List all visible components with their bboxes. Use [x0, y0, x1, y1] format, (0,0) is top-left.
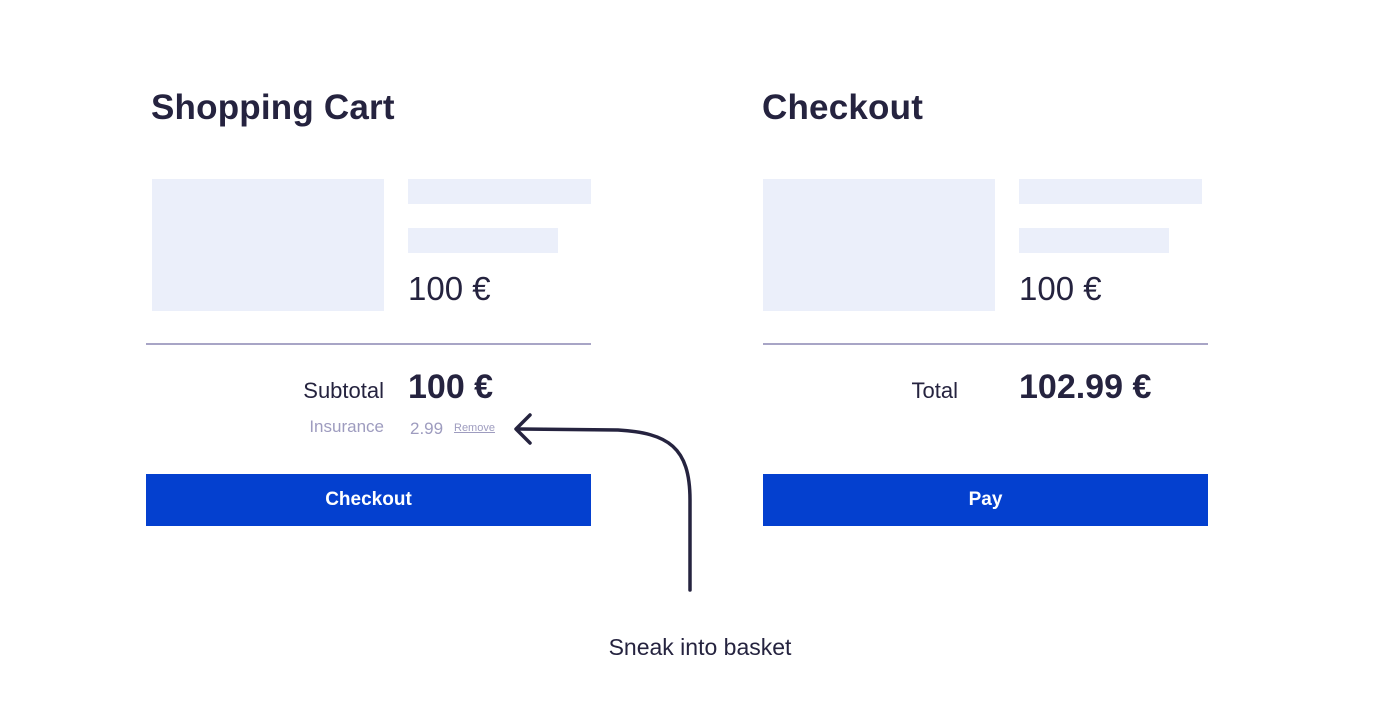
subtotal-label: Subtotal	[303, 378, 384, 403]
insurance-label: Insurance	[309, 417, 384, 436]
cart-product-desc-placeholder	[408, 228, 558, 253]
remove-insurance-link[interactable]: Remove	[454, 422, 495, 434]
total-label: Total	[911, 378, 958, 403]
checkout-item-price: 100 €	[1019, 270, 1102, 307]
annotation-caption: Sneak into basket	[608, 634, 792, 660]
cart-item-price: 100 €	[408, 270, 491, 307]
checkout-product-desc-placeholder	[1019, 228, 1169, 253]
curved-arrow-icon	[514, 413, 692, 592]
subtotal-value: 100 €	[408, 368, 494, 406]
cart-title: Shopping Cart	[151, 88, 395, 127]
pay-button[interactable]: Pay	[763, 474, 1208, 526]
checkout-product-image-placeholder	[763, 179, 995, 311]
cart-divider	[146, 343, 591, 345]
checkout-divider	[763, 343, 1208, 345]
insurance-value: 2.99	[410, 419, 444, 438]
checkout-product-name-placeholder	[1019, 179, 1202, 204]
total-value: 102.99 €	[1019, 368, 1152, 406]
cart-product-image-placeholder	[152, 179, 384, 311]
checkout-title: Checkout	[762, 88, 924, 127]
cart-product-name-placeholder	[408, 179, 591, 204]
